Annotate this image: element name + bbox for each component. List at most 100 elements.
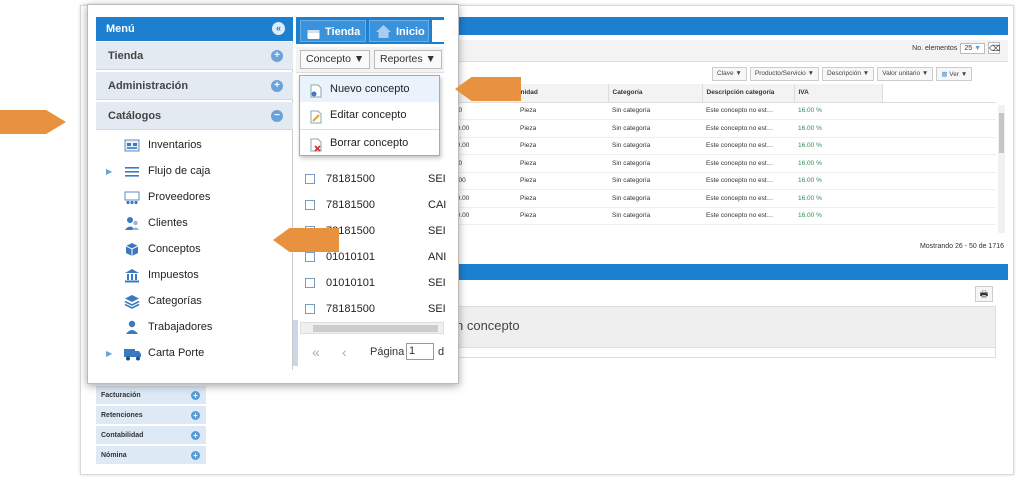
- column-header-categoria: Categoría: [608, 84, 703, 103]
- cell-empty: [882, 207, 996, 225]
- cell-descripcion: Este concepto no est…: [702, 189, 794, 208]
- menu-item-inventarios[interactable]: Inventarios: [96, 133, 293, 158]
- cell-empty: [882, 154, 996, 173]
- print-icon[interactable]: 🖶: [975, 286, 993, 302]
- tab-bar: Tienda Inicio: [296, 17, 444, 44]
- expand-icon: +: [191, 451, 200, 460]
- cell-unidad: Pieza: [516, 189, 608, 208]
- row-checkbox[interactable]: [305, 174, 315, 184]
- row-checkbox[interactable]: [305, 200, 315, 210]
- cell-descripcion: Este concepto no est…: [702, 102, 794, 120]
- table-row[interactable]: $ 600.00PiezaSin categoríaEste concepto …: [440, 207, 996, 225]
- row-checkbox[interactable]: [305, 304, 315, 314]
- cell-iva: 16.00 %: [794, 137, 882, 155]
- table-row[interactable]: $ 120.00PiezaSin categoríaEste concepto …: [440, 137, 996, 155]
- cell-iva: 16.00 %: [794, 119, 882, 138]
- tab-next[interactable]: [432, 20, 444, 42]
- cell-categoria: Sin categoría: [608, 154, 702, 173]
- column-header-empty: [882, 84, 996, 103]
- cell-unidad: Pieza: [516, 119, 608, 138]
- eraser-icon[interactable]: ⌫: [988, 42, 1000, 54]
- table-row[interactable]: $ 350.00PiezaSin categoríaEste concepto …: [440, 189, 996, 208]
- list-item[interactable]: 78181500 SEI: [300, 166, 446, 192]
- cell-categoria: Sin categoría: [608, 119, 702, 138]
- tab-tienda[interactable]: Tienda: [300, 20, 366, 42]
- pager: « ‹ Página 1 d: [300, 340, 444, 366]
- menu-section-tienda[interactable]: Tienda +: [96, 42, 293, 70]
- sidebar-item-nomina[interactable]: Nómina +: [96, 446, 206, 465]
- section-bar: [440, 264, 1008, 280]
- list-item[interactable]: 01010101 SEI: [300, 270, 446, 296]
- table-row[interactable]: $ 96.00PiezaSin categoríaEste concepto n…: [440, 172, 996, 190]
- filter-clave-button[interactable]: Clave ▼: [712, 67, 747, 81]
- concepto-menu-button[interactable]: Concepto ▼: [300, 50, 371, 69]
- view-columns-button[interactable]: ▦ Ver ▼: [936, 67, 973, 81]
- sidebar-item-facturacion[interactable]: Facturación +: [96, 386, 206, 405]
- tab-inicio[interactable]: Inicio: [369, 20, 429, 42]
- workers-icon: [124, 320, 140, 335]
- list-item[interactable]: 78181500 SEI: [300, 296, 446, 322]
- page-size-label: No. elementos: [912, 44, 958, 52]
- menu-item-borrar-concepto[interactable]: Borrar concepto: [300, 130, 439, 156]
- horizontal-scrollbar[interactable]: [300, 322, 444, 334]
- sidebar-item-contabilidad[interactable]: Contabilidad +: [96, 426, 206, 445]
- menu-item-nuevo-concepto[interactable]: Nuevo concepto: [300, 76, 439, 102]
- collapse-menu-icon[interactable]: «: [272, 22, 285, 35]
- table-row[interactable]: $ 9.00PiezaSin categoríaEste concepto no…: [440, 102, 996, 120]
- menu-section-administracion[interactable]: Administración +: [96, 72, 293, 100]
- filter-valor-button[interactable]: Valor unitario ▼: [877, 67, 934, 81]
- row-checkbox[interactable]: [305, 278, 315, 288]
- prev-page-icon[interactable]: ‹: [342, 344, 347, 360]
- menu-item-categorias[interactable]: Categorías: [96, 289, 293, 314]
- pagination-summary: Mostrando 26 - 50 de 1716: [919, 243, 1004, 250]
- cell-iva: 16.00 %: [794, 172, 882, 190]
- cell-categoria: Sin categoría: [608, 172, 702, 190]
- table-scrollbar[interactable]: [998, 105, 1005, 233]
- list-item-description: SEI: [428, 225, 446, 237]
- expand-icon: +: [191, 411, 200, 420]
- menu-item-carta-porte[interactable]: ▶ Carta Porte: [96, 341, 293, 366]
- menu-item-proveedores[interactable]: Proveedores: [96, 185, 293, 210]
- menu-item-clientes[interactable]: Clientes: [96, 211, 293, 236]
- expand-icon: +: [191, 391, 200, 400]
- table-row[interactable]: $ 800.00PiezaSin categoríaEste concepto …: [440, 119, 996, 138]
- sidebar-item-retenciones[interactable]: Retenciones +: [96, 406, 206, 425]
- menu-item-trabajadores[interactable]: Trabajadores: [96, 315, 293, 340]
- table-row[interactable]: $ 2.00PiezaSin categoríaEste concepto no…: [440, 154, 996, 173]
- menu-item-conceptos[interactable]: Conceptos: [96, 237, 293, 262]
- cell-categoria: Sin categoría: [608, 207, 702, 225]
- page-number-input[interactable]: 1: [406, 343, 434, 360]
- menu-item-impuestos[interactable]: Impuestos: [96, 263, 293, 288]
- reportes-menu-button[interactable]: Reportes ▼: [374, 50, 442, 69]
- cell-empty: [882, 189, 996, 208]
- menu-item-flujo-de-caja[interactable]: ▶ Flujo de caja: [96, 159, 293, 184]
- cell-empty: [882, 172, 996, 190]
- first-page-icon[interactable]: «: [312, 344, 320, 360]
- cell-categoria: Sin categoría: [608, 137, 702, 155]
- cell-empty: [882, 137, 996, 155]
- cell-iva: 16.00 %: [794, 189, 882, 208]
- collapse-icon: −: [271, 110, 283, 122]
- list-item-description: SEI: [428, 277, 446, 289]
- list-item[interactable]: 78181500 CAI: [300, 192, 447, 218]
- panel-splitter[interactable]: [293, 320, 298, 366]
- taxes-icon: [124, 268, 140, 283]
- menu-header: Menú «: [96, 17, 293, 41]
- list-item-description: CAI: [428, 199, 447, 211]
- cell-iva: 16.00 %: [794, 102, 882, 120]
- cell-descripcion: Este concepto no est…: [702, 172, 794, 190]
- cell-descripcion: Este concepto no est…: [702, 207, 794, 225]
- filter-producto-button[interactable]: Producto/Servicio ▼: [749, 67, 820, 81]
- filter-descripcion-button[interactable]: Descripción ▼: [822, 67, 875, 81]
- concepts-icon: [124, 242, 140, 257]
- row-checkbox[interactable]: [305, 252, 315, 262]
- expand-arrow-icon: ▶: [106, 349, 113, 358]
- cell-descripcion: Este concepto no est…: [702, 154, 794, 173]
- new-document-icon: [310, 82, 322, 98]
- concept-panel-title: n concepto: [456, 318, 520, 333]
- page-size-select[interactable]: 25 ▼: [960, 42, 985, 54]
- menu-item-editar-concepto[interactable]: Editar concepto: [300, 102, 439, 128]
- menu-section-catalogos[interactable]: Catálogos −: [96, 102, 293, 130]
- column-header-unidad: nidad: [516, 84, 609, 103]
- list-item-description: SEI: [428, 173, 446, 185]
